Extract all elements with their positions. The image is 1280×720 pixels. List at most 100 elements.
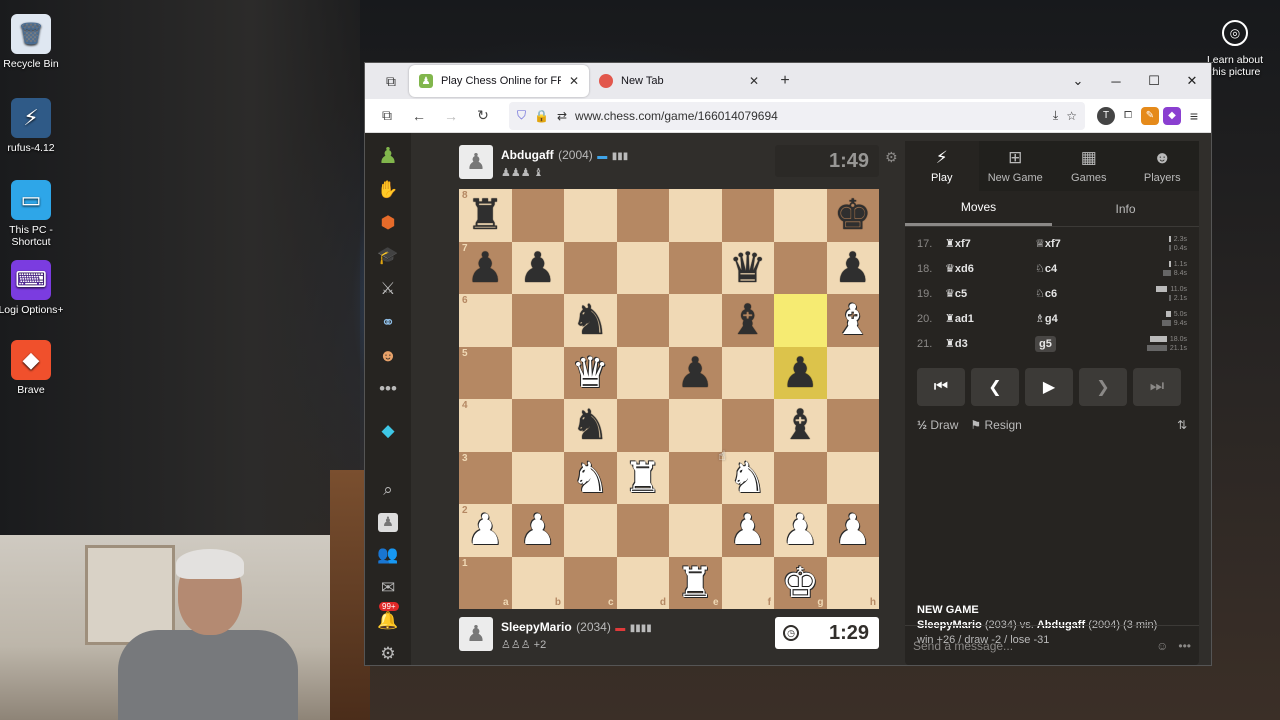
white-knight-icon[interactable]: ♞ <box>571 456 609 499</box>
square-f8[interactable] <box>721 189 774 242</box>
black-king-icon[interactable]: ♚ <box>834 194 872 236</box>
avatar[interactable]: ♟ <box>459 617 493 651</box>
square-g6[interactable] <box>774 294 827 347</box>
square-f6[interactable]: ♝ <box>721 294 774 347</box>
download-icon[interactable]: ⤓ <box>1053 108 1058 123</box>
square-f7[interactable]: ♛ <box>721 241 774 294</box>
square-a4[interactable]: 4 <box>459 399 512 452</box>
square-d8[interactable] <box>616 189 669 242</box>
square-e6[interactable] <box>669 294 722 347</box>
avatar[interactable]: ♟ <box>459 145 493 179</box>
tab-players[interactable]: ☻ Players <box>1126 141 1200 191</box>
extension-orange-icon[interactable]: ✎ <box>1141 106 1159 125</box>
settings-gear-icon[interactable]: ⚙ <box>375 644 401 665</box>
social-icon[interactable]: ☻ <box>375 345 401 366</box>
white-pawn-icon[interactable]: ♟ <box>519 509 557 551</box>
square-e4[interactable] <box>669 399 722 452</box>
black-bishop-icon[interactable]: ♝ <box>781 404 819 446</box>
black-pawn-icon[interactable]: ♟ <box>676 351 714 394</box>
square-e8[interactable] <box>669 189 722 242</box>
tab-moves[interactable]: Moves <box>905 191 1052 226</box>
sidebar-toggle-icon[interactable]: ⧉ <box>373 102 401 130</box>
black-move[interactable]: ♘c6 <box>1035 287 1125 300</box>
black-move[interactable]: ♗g4 <box>1035 312 1125 325</box>
resign-button[interactable]: ⚑ Resign <box>970 418 1021 432</box>
square-a6[interactable]: 6 <box>459 294 512 347</box>
square-b2[interactable]: ♟ <box>511 504 564 557</box>
black-pawn-icon[interactable]: ♟ <box>466 246 504 289</box>
square-d7[interactable] <box>616 241 669 294</box>
white-move[interactable]: ♜xf7 <box>945 237 1035 250</box>
square-h3[interactable] <box>826 451 879 504</box>
square-d2[interactable] <box>616 504 669 557</box>
square-b7[interactable]: ♟ <box>511 241 564 294</box>
square-b4[interactable] <box>511 399 564 452</box>
square-c3[interactable]: ♞ <box>564 451 617 504</box>
close-window-button[interactable]: ✕ <box>1173 63 1211 99</box>
friends-icon[interactable]: 👥 <box>375 544 401 565</box>
notifications-bell-icon[interactable]: 🔔 99+ <box>375 602 401 631</box>
back-button[interactable]: ← <box>405 102 433 130</box>
tab-overview-icon[interactable]: ⧉ <box>373 63 409 99</box>
forward-button[interactable]: → <box>437 102 465 130</box>
list-all-tabs-icon[interactable]: ⌄ <box>1059 63 1097 99</box>
square-a8[interactable]: 8 ♜ <box>459 189 512 242</box>
square-d6[interactable] <box>616 294 669 347</box>
square-b5[interactable] <box>511 346 564 399</box>
square-f4[interactable] <box>721 399 774 452</box>
chat-input[interactable]: Send a message... <box>913 639 1146 653</box>
black-pawn-icon[interactable]: ♟ <box>519 246 557 289</box>
square-b8[interactable] <box>511 189 564 242</box>
black-knight-icon[interactable]: ♞ <box>571 299 609 341</box>
square-f5[interactable] <box>721 346 774 399</box>
desktop-icon-brave[interactable]: ◆ Brave <box>0 340 67 396</box>
square-c6[interactable]: ♞ <box>564 294 617 347</box>
new-tab-button[interactable]: + <box>769 65 801 97</box>
square-a3[interactable]: 3 <box>459 451 512 504</box>
white-king-icon[interactable]: ♚ <box>781 561 819 604</box>
white-queen-icon[interactable]: ♛ <box>571 351 609 394</box>
next-move-button[interactable]: ❯ <box>1079 368 1127 406</box>
tab-new-game[interactable]: ⊞ New Game <box>979 141 1053 191</box>
square-e7[interactable] <box>669 241 722 294</box>
explore-binoculars-icon[interactable]: ⚭ <box>375 312 401 333</box>
minimize-button[interactable]: ─ <box>1097 63 1135 99</box>
black-move[interactable]: ♘c4 <box>1035 262 1125 275</box>
white-move[interactable]: ♜d3 <box>945 337 1035 350</box>
square-c2[interactable] <box>564 504 617 557</box>
white-pawn-icon[interactable]: ♟ <box>781 509 819 551</box>
square-a2[interactable]: 2 ♟ <box>459 504 512 557</box>
emoji-icon[interactable]: ☺ <box>1156 639 1168 653</box>
extension-t-icon[interactable]: T <box>1097 106 1115 125</box>
white-rook-icon[interactable]: ♜ <box>676 561 714 604</box>
square-c8[interactable] <box>564 189 617 242</box>
maximize-button[interactable]: ☐ <box>1135 63 1173 99</box>
more-options-icon[interactable]: ••• <box>1178 639 1191 653</box>
white-rook-icon[interactable]: ♜ <box>624 456 662 499</box>
square-h5[interactable] <box>826 346 879 399</box>
close-tab-icon[interactable]: ✕ <box>749 74 759 88</box>
lock-icon[interactable]: 🔒 <box>534 109 549 123</box>
play-hand-icon[interactable]: ✋ <box>375 179 401 200</box>
square-d1[interactable]: d <box>616 556 669 609</box>
square-c1[interactable]: c <box>564 556 617 609</box>
last-move-button[interactable]: ⏭ <box>1133 368 1181 406</box>
square-g5[interactable]: ♟ <box>774 346 827 399</box>
desktop-icon-logi[interactable]: ⌨ Logi Options+ <box>0 260 67 316</box>
white-pawn-icon[interactable]: ♟ <box>466 509 504 551</box>
square-g2[interactable]: ♟ <box>774 504 827 557</box>
tab-games[interactable]: ▦ Games <box>1052 141 1126 191</box>
square-a5[interactable]: 5 <box>459 346 512 399</box>
search-icon[interactable]: ⌕ <box>375 479 401 500</box>
square-h4[interactable] <box>826 399 879 452</box>
chess-board[interactable]: 8 ♜ ♚ 7 ♟ ♟ ♛ ♟ 6 ♞ ♝ ♝ 5 ♛ ♟ ♟ 4 ♞ ♝ 3 ♞ ♜ ♞ 2 ♟ ♟ ♟ ♟ ♟ 1 a b c d e ♜ f g ♚ h <box>459 189 879 609</box>
tab-play[interactable]: ⚡ Play <box>905 141 979 191</box>
square-f1[interactable]: f <box>721 556 774 609</box>
white-knight-icon[interactable]: ♞ <box>729 456 767 499</box>
close-tab-icon[interactable]: ✕ <box>569 74 579 88</box>
shield-icon[interactable]: ⛉ <box>517 108 526 123</box>
square-c5[interactable]: ♛ <box>564 346 617 399</box>
draw-button[interactable]: ½ Draw <box>917 418 958 432</box>
square-e5[interactable]: ♟ <box>669 346 722 399</box>
profile-avatar-icon[interactable]: ♟ <box>378 512 398 532</box>
